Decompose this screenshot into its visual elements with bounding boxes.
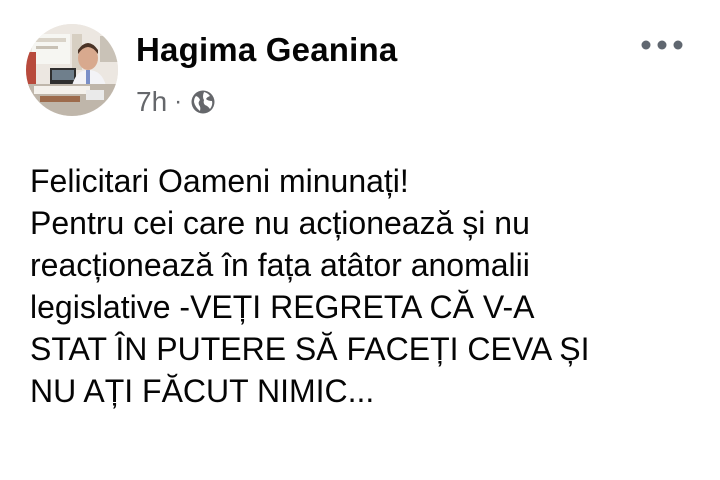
post-text-line: STAT ÎN PUTERE SĂ FACEȚI CEVA ȘI [30,331,590,367]
more-options-button[interactable] [636,30,688,60]
post-text-line: Felicitari Oameni minunați! [30,163,409,199]
globe-icon[interactable] [189,88,217,116]
meta-separator: · [174,88,183,115]
post-body: Felicitari Oameni minunați! Pentru cei c… [30,160,710,412]
post-timestamp[interactable]: 7h [136,86,167,118]
facebook-post: Hagima Geanina 7h · Felicitari Oameni mi… [0,0,720,480]
author-avatar[interactable] [26,24,118,116]
post-meta: 7h · [136,84,217,120]
ellipsis-icon [641,40,683,50]
post-text-line: reacționează în fața atâtor anomalii [30,247,530,283]
avatar-photo-icon [26,24,118,116]
post-text-line: legislative -VEȚI REGRETA CĂ V-A [30,289,535,325]
post-text-line: NU AȚI FĂCUT NIMIC... [30,373,375,409]
post-text-line: Pentru cei care nu acționează și nu [30,205,530,241]
author-name[interactable]: Hagima Geanina [136,30,397,70]
